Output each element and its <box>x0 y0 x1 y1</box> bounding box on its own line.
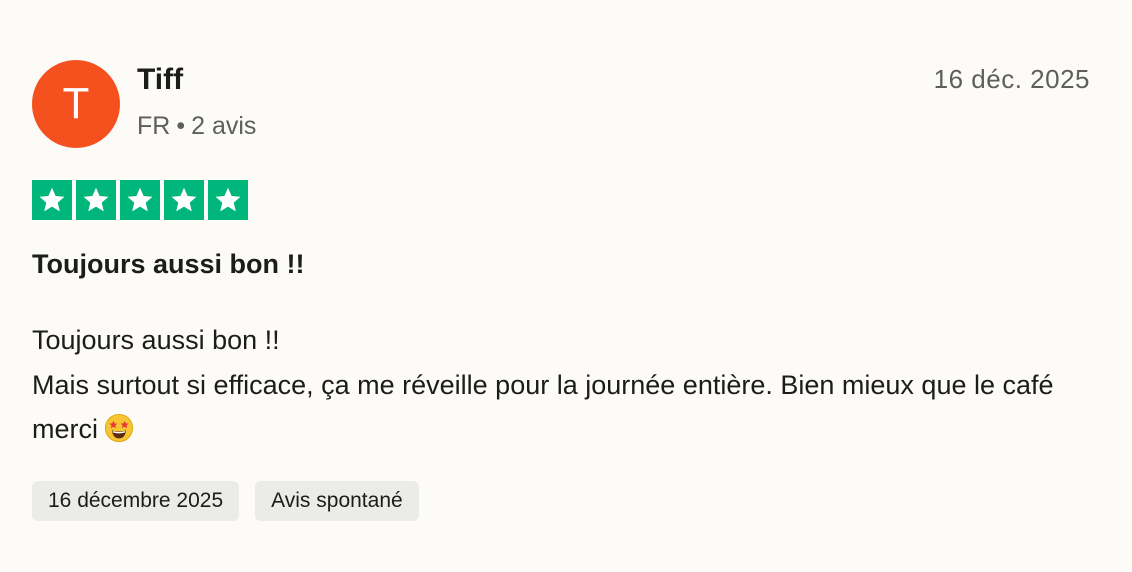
review-title[interactable]: Toujours aussi bon !! <box>32 246 305 282</box>
star-icon <box>76 180 116 220</box>
experience-date-tag: 16 décembre 2025 <box>32 481 240 521</box>
avatar[interactable]: T <box>32 60 120 148</box>
review-type-tag[interactable]: Avis spontané <box>255 481 419 521</box>
review-tags: 16 décembre 2025 Avis spontané <box>32 481 419 521</box>
star-struck-emoji-icon <box>104 413 134 443</box>
review-body-text: Mais surtout si efficace, ça me réveille… <box>32 369 1054 445</box>
star-icon <box>208 180 248 220</box>
author-country: FR <box>137 112 171 140</box>
avatar-initial: T <box>62 79 90 128</box>
star-rating <box>32 180 248 220</box>
review-body-line: Toujours aussi bon !! <box>32 325 280 355</box>
author-name[interactable]: Tiff <box>137 60 183 100</box>
review-card: T Tiff FR • 2 avis 16 déc. 2025 Toujours a… <box>0 0 1132 572</box>
star-icon <box>120 180 160 220</box>
review-date: 16 déc. 2025 <box>933 64 1090 94</box>
author-meta: FR • 2 avis <box>137 110 256 142</box>
star-icon <box>164 180 204 220</box>
star-icon <box>32 180 72 220</box>
review-body-paragraph: Mais surtout si efficace, ça me réveille… <box>32 363 1092 452</box>
review-body: Toujours aussi bon !! Mais surtout si ef… <box>32 318 1092 452</box>
meta-separator: • <box>176 112 186 140</box>
author-reviews-count: 2 avis <box>191 112 257 140</box>
